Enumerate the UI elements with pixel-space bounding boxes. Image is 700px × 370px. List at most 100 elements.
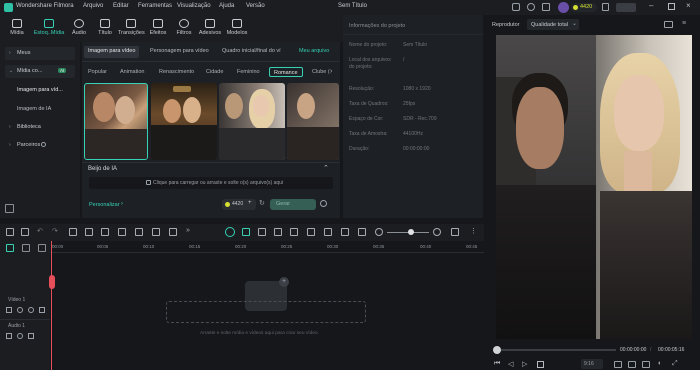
feedback-icon[interactable] <box>512 3 520 11</box>
zoom-out-icon[interactable] <box>375 228 383 236</box>
delete-icon[interactable] <box>69 228 77 236</box>
cloud-icon[interactable] <box>527 3 535 11</box>
notification-icon[interactable] <box>542 3 550 11</box>
refresh-icon[interactable]: ↻ <box>259 199 265 207</box>
split-screen-icon[interactable] <box>290 228 298 236</box>
snap-icon[interactable] <box>242 228 250 236</box>
tab-character-to-video[interactable]: Personagem para vídeo <box>146 46 213 58</box>
track-lock-icon[interactable] <box>6 333 12 339</box>
quality-select[interactable]: Qualidade total ⌄ <box>527 19 579 30</box>
timeline-drop-zone[interactable] <box>166 301 366 323</box>
grid-icon[interactable] <box>451 228 459 236</box>
close-icon[interactable]: × <box>686 1 691 10</box>
menu-versao[interactable]: Versão <box>246 3 265 9</box>
credit-cost-button[interactable]: 4420 + <box>222 199 256 210</box>
timeline-more-icon[interactable]: ⋮ <box>470 227 477 235</box>
camera-icon[interactable] <box>642 361 650 368</box>
chip-cidade[interactable]: Cidade <box>202 67 227 77</box>
transform-icon[interactable] <box>169 228 177 236</box>
color-icon[interactable] <box>152 228 160 236</box>
chevron-right-icon[interactable]: › <box>330 68 332 75</box>
render-preview-icon[interactable] <box>614 361 622 368</box>
zoom-slider-handle[interactable] <box>408 229 414 235</box>
link-icon[interactable] <box>22 244 30 252</box>
sidebar-sub-ai-image[interactable]: Imagem de IA <box>17 106 51 112</box>
sidebar-sub-image-to-video[interactable]: Imagem para víd... <box>17 87 63 93</box>
edit-icon[interactable] <box>39 307 45 313</box>
tool-titulo[interactable]: Título <box>92 18 118 36</box>
sidebar-item-stock[interactable]: ⌄ Mídia co... AI <box>5 65 75 78</box>
chip-renascimento[interactable]: Renascimento <box>155 67 198 77</box>
tool-efeitos[interactable]: Efeitos <box>145 18 171 36</box>
eye-icon[interactable] <box>28 307 34 313</box>
add-track-icon[interactable] <box>6 244 14 252</box>
chip-popular[interactable]: Popular <box>84 67 111 77</box>
sidebar-item-library[interactable]: › Biblioteca <box>5 121 75 134</box>
chip-romance[interactable]: Romance <box>269 67 303 77</box>
help-icon[interactable] <box>320 200 327 207</box>
track-audio-icon[interactable] <box>17 307 23 313</box>
menu-ferramentas[interactable]: Ferramentas <box>138 3 172 9</box>
layout-icon[interactable] <box>6 228 14 236</box>
avatar[interactable] <box>558 2 569 13</box>
audio-mix-icon[interactable] <box>324 228 332 236</box>
scrub-bar[interactable] <box>501 349 616 351</box>
display-icon[interactable] <box>628 361 636 368</box>
subtitle-icon[interactable] <box>341 228 349 236</box>
preview-canvas[interactable] <box>496 35 692 339</box>
redo-icon[interactable]: ↷ <box>52 227 58 235</box>
select-icon[interactable] <box>21 228 29 236</box>
chip-animation[interactable]: Animation <box>116 67 148 77</box>
minimize-icon[interactable]: – <box>649 1 653 10</box>
credits-badge[interactable]: 4420 <box>571 3 597 12</box>
undo-icon[interactable]: ↶ <box>37 227 43 235</box>
mic-icon[interactable] <box>307 228 315 236</box>
tool-audio[interactable]: Áudio <box>66 18 92 36</box>
zoom-in-icon[interactable] <box>433 228 441 236</box>
tool-adesivos[interactable]: Adesivos <box>197 18 223 36</box>
marker-icon[interactable] <box>258 228 266 236</box>
download-icon[interactable] <box>602 3 609 11</box>
more-icon[interactable]: ≡ <box>682 20 686 27</box>
customize-link[interactable]: Personalizar <box>89 202 120 208</box>
time-ruler[interactable] <box>50 241 484 253</box>
cut-icon[interactable] <box>85 228 93 236</box>
template-thumb-kiss-4[interactable] <box>287 83 339 160</box>
playhead-handle[interactable] <box>493 346 501 354</box>
track-audio-icon[interactable] <box>17 333 23 339</box>
tool-transicoes[interactable]: Transições <box>118 18 145 36</box>
volume-icon[interactable]: ◖ <box>657 360 661 367</box>
tab-image-to-video[interactable]: Imagem para vídeo <box>84 46 140 58</box>
speed-icon[interactable] <box>118 228 126 236</box>
auto-ripple-icon[interactable] <box>225 227 235 237</box>
stop-icon[interactable] <box>537 361 544 368</box>
zoom-fit-icon[interactable] <box>358 228 366 236</box>
menu-arquivo[interactable]: Arquivo <box>83 3 103 9</box>
template-thumb-kiss-1[interactable] <box>84 83 148 160</box>
sidebar-item-partners[interactable]: › Parceiros <box>5 139 75 152</box>
tool-filtros[interactable]: Filtros <box>171 18 197 36</box>
playhead[interactable] <box>51 241 52 370</box>
menu-ajuda[interactable]: Ajuda <box>219 3 234 9</box>
sidebar-item-meus[interactable]: › Meus <box>5 47 75 60</box>
maximize-icon[interactable] <box>668 3 675 10</box>
play-back-icon[interactable]: ◁ <box>508 360 513 368</box>
collapse-sidebar-icon[interactable] <box>5 204 14 213</box>
playhead-marker[interactable] <box>49 275 55 289</box>
menu-visualizacao[interactable]: Visualização <box>177 3 211 9</box>
tab-start-end-frame[interactable]: Quadro inicial/final do ví <box>218 46 285 58</box>
shield-icon[interactable] <box>274 228 282 236</box>
upload-dropzone[interactable]: Clique para carregar ou arraste e solte … <box>89 177 333 189</box>
prev-frame-icon[interactable]: ⏮ <box>494 360 500 368</box>
more-tools-icon[interactable]: » <box>186 227 190 234</box>
export-toggle[interactable] <box>616 3 636 12</box>
text-icon[interactable] <box>135 228 143 236</box>
tool-estoque-midia[interactable]: Estoq..Mídia <box>33 18 65 36</box>
crop-icon[interactable] <box>101 228 109 236</box>
tool-modelos[interactable]: Modelos <box>224 18 250 36</box>
aspect-ratio-select[interactable]: 9:16 <box>581 359 603 369</box>
menu-editar[interactable]: Editar <box>113 3 129 9</box>
template-thumb-kiss-3[interactable] <box>219 83 285 160</box>
chevron-up-icon[interactable]: ⌃ <box>323 164 329 172</box>
track-lock-icon[interactable] <box>6 307 12 313</box>
